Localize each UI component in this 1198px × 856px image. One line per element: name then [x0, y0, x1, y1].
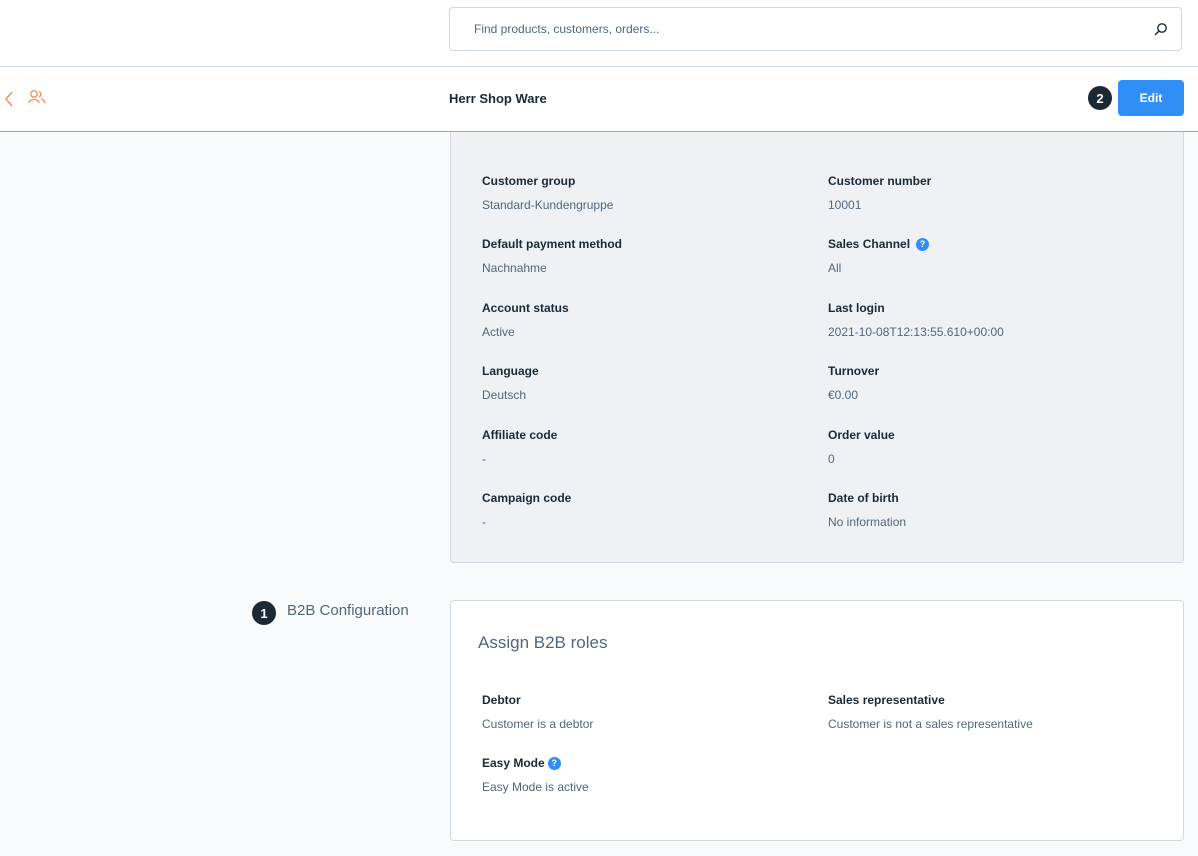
- field-easy-mode: Easy Mode? Easy Mode is active: [482, 756, 589, 794]
- field-affiliate-code: Affiliate code -: [482, 428, 558, 466]
- field-language: Language Deutsch: [482, 364, 539, 402]
- easy-mode-label: Easy Mode: [482, 756, 545, 770]
- global-search[interactable]: [449, 7, 1182, 51]
- b2b-roles-card: Assign B2B roles Debtor Customer is a de…: [450, 600, 1184, 841]
- callout-badge-1: 1: [252, 601, 276, 625]
- field-campaign-code: Campaign code -: [482, 491, 572, 529]
- page-header: Herr Shop Ware 2 Edit: [0, 67, 1198, 132]
- field-date-of-birth: Date of birth No information: [828, 491, 907, 529]
- field-turnover: Turnover €0.00: [828, 364, 880, 402]
- search-icon[interactable]: [1141, 22, 1181, 36]
- top-bar: [0, 0, 1198, 67]
- search-input[interactable]: [472, 21, 1141, 37]
- b2b-configuration-label: B2B Configuration: [287, 602, 409, 619]
- field-sales-channel: Sales Channel? All: [828, 236, 930, 276]
- customer-details-card: Customer group Standard-Kundengruppe Cus…: [450, 132, 1184, 563]
- edit-button[interactable]: Edit: [1118, 80, 1184, 116]
- page-title: Herr Shop Ware: [449, 91, 547, 106]
- field-customer-number: Customer number 10001: [828, 174, 932, 212]
- card-title: Assign B2B roles: [478, 633, 608, 652]
- field-default-payment-method: Default payment method Nachnahme: [482, 237, 623, 275]
- help-icon[interactable]: ?: [916, 237, 930, 251]
- back-arrow-icon[interactable]: [4, 91, 14, 112]
- callout-badge-2: 2: [1088, 86, 1112, 110]
- field-customer-group: Customer group Standard-Kundengruppe: [482, 174, 614, 212]
- field-debtor: Debtor Customer is a debtor: [482, 693, 594, 731]
- field-sales-representative: Sales representative Customer is not a s…: [828, 693, 1033, 731]
- help-icon[interactable]: ?: [547, 756, 561, 770]
- customer-icon: [28, 89, 46, 110]
- field-account-status: Account status Active: [482, 301, 569, 339]
- sales-channel-label: Sales Channel: [828, 237, 911, 251]
- field-last-login: Last login 2021-10-08T12:13:55.610+00:00: [828, 301, 1004, 339]
- field-order-value: Order value 0: [828, 428, 895, 466]
